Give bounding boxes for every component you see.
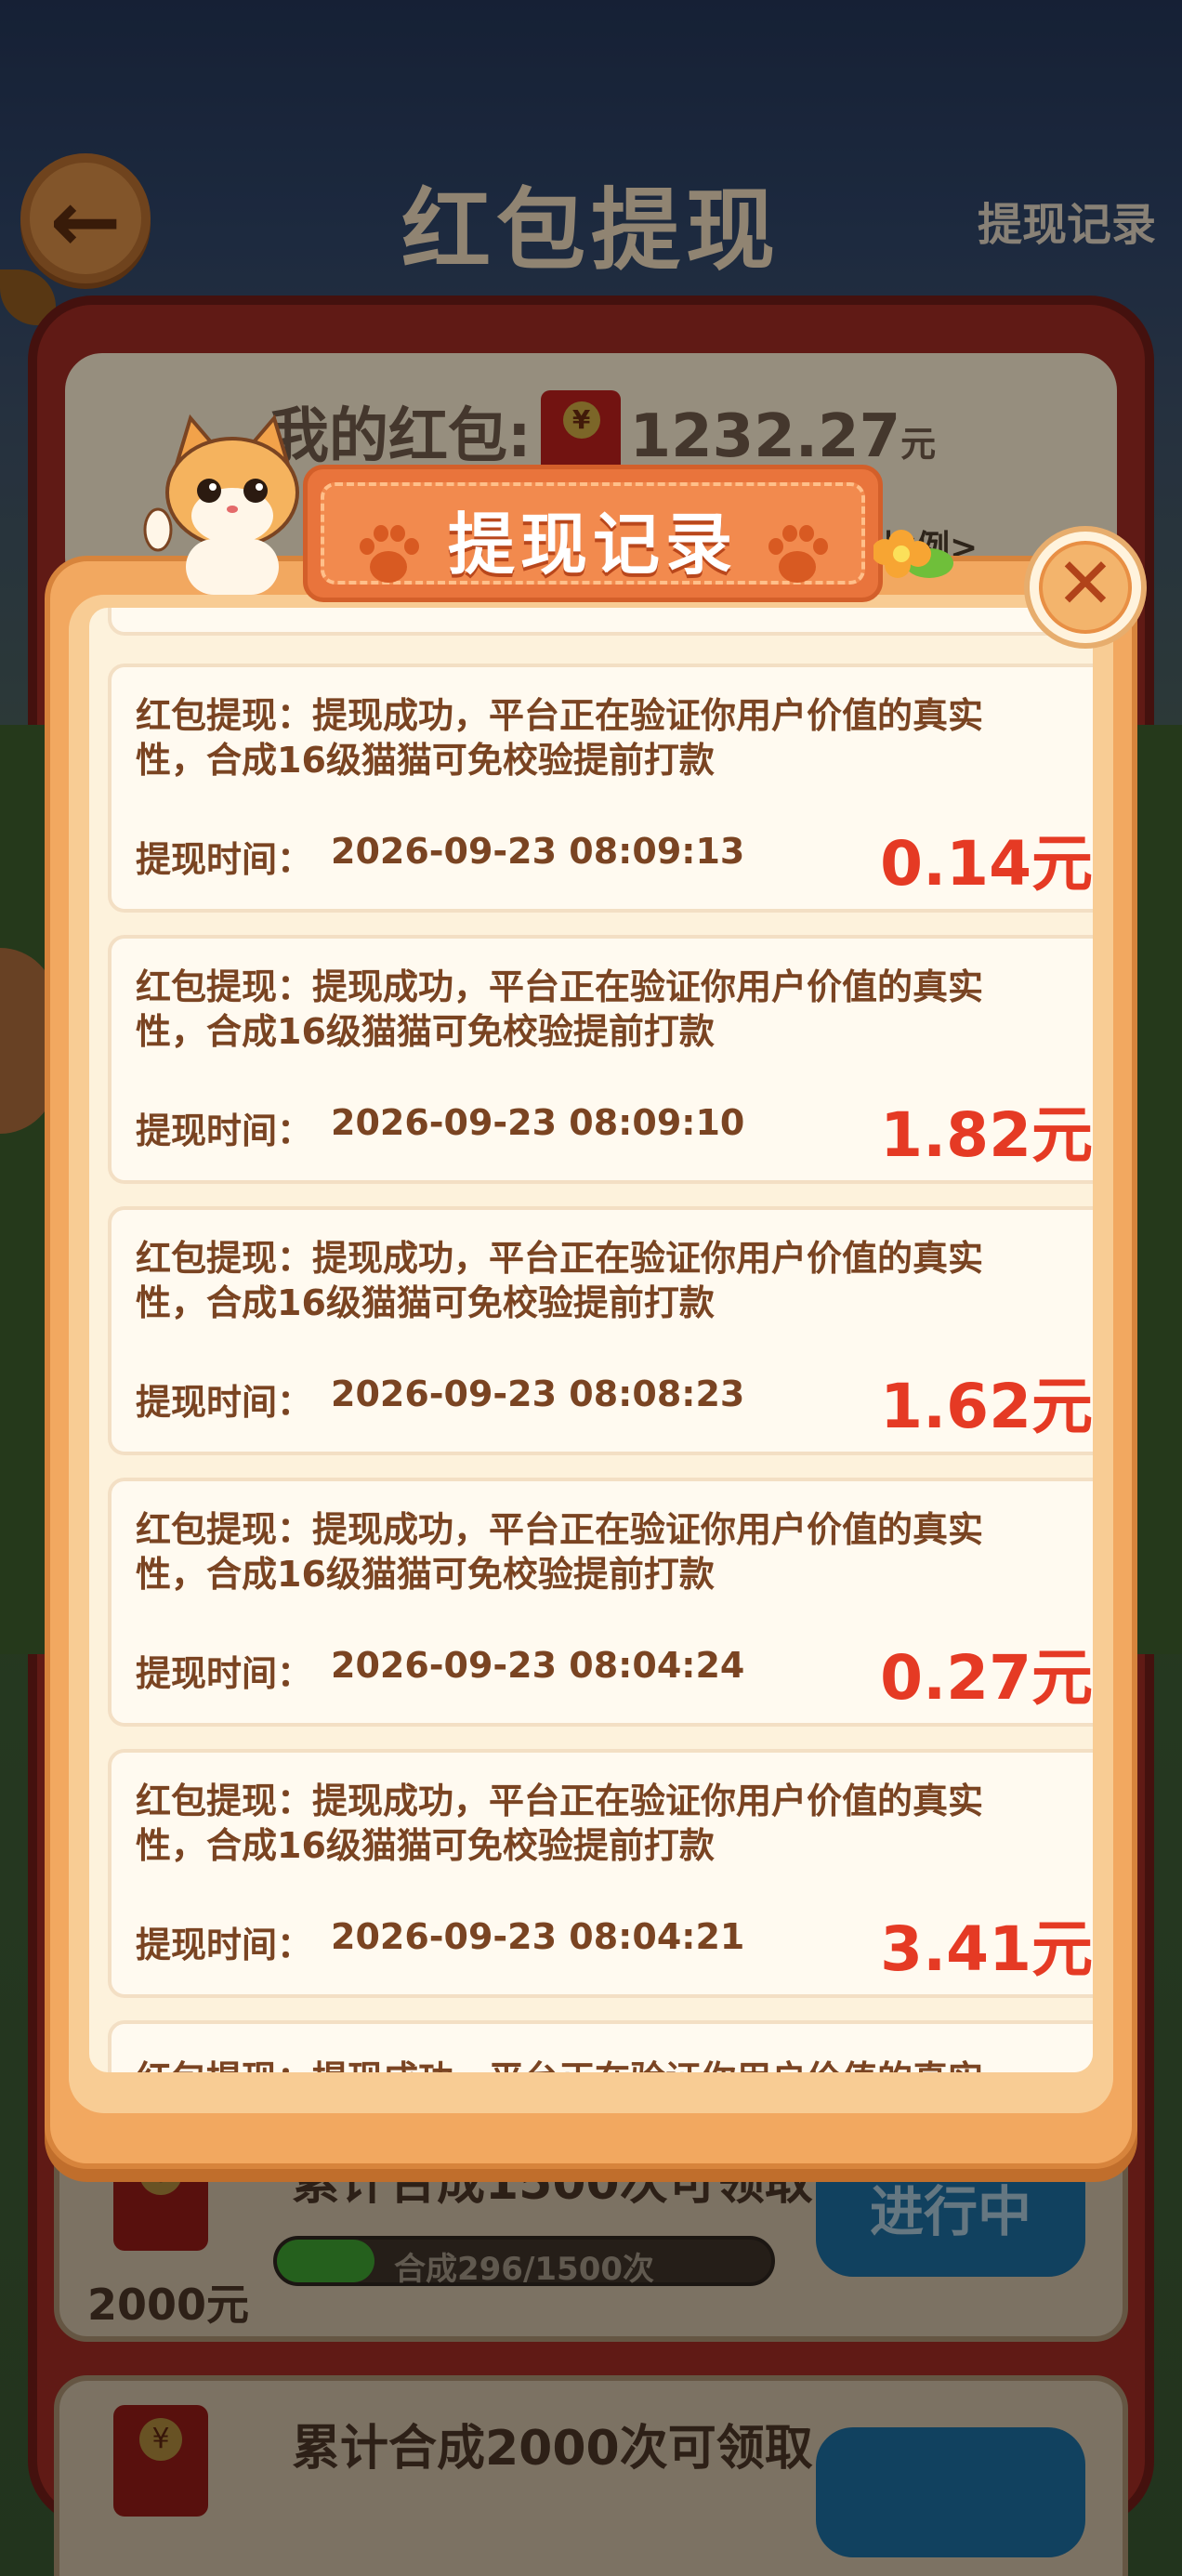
task-description: 累计合成2000次可领取 — [292, 2421, 813, 2477]
record-time-label: 提现时间： — [136, 839, 313, 880]
list-item-cut — [108, 608, 1093, 636]
back-button[interactable]: ← — [20, 153, 151, 283]
record-list[interactable]: 红包提现：提现成功，平台正在验证你用户价值的真实性，合成16级猫猫可免校验提前打… — [89, 608, 1093, 2072]
task-card: 累计合成2000次可领取 — [54, 2375, 1128, 2576]
record-time: 2026-09-23 08:04:24 — [331, 1645, 745, 1686]
record-description: 红包提现：提现成功，平台正在验证你用户价值的真实性，合成16级猫猫可免校验提前打… — [136, 1781, 984, 1866]
balance-value: 1232.27 — [629, 402, 901, 471]
record-item: 红包提现：提现成功，平台正在验证你用户价值的真实性，合成16级猫猫可免校验提前打… — [108, 1749, 1093, 1998]
record-amount: 0.27元 — [880, 1642, 1093, 1714]
record-time: 2026-09-23 08:09:10 — [331, 1102, 745, 1143]
record-item: 红包提现：提现成功，平台正在验证你用户价值的真实性，合成16级猫猫可免校验提前打… — [108, 664, 1093, 913]
record-amount: 3.41元 — [880, 1913, 1093, 1985]
record-description: 红包提现：提现成功，平台正在验证你用户价值的真实 — [136, 2050, 983, 2072]
close-icon: ✕ — [1056, 542, 1115, 624]
withdraw-record-link[interactable]: 提现记录 — [978, 188, 1156, 253]
record-amount: 1.82元 — [880, 1099, 1093, 1171]
task-reward: 2000元 — [87, 2280, 250, 2330]
record-time: 2026-09-23 08:04:21 — [331, 1916, 745, 1957]
close-button[interactable]: ✕ — [1024, 526, 1147, 649]
record-item: 红包提现：提现成功，平台正在验证你用户价值的真实性，合成16级猫猫可免校验提前打… — [108, 935, 1093, 1184]
leaf-decoration — [0, 269, 56, 325]
record-description: 红包提现：提现成功，平台正在验证你用户价值的真实性，合成16级猫猫可免校验提前打… — [136, 1509, 984, 1595]
modal-title-banner: 提现记录 — [303, 465, 883, 602]
page-title: 红包提现 — [401, 178, 781, 283]
record-item: 红包提现：提现成功，平台正在验证你用户价值的真实性，合成16级猫猫可免校验提前打… — [108, 1478, 1093, 1727]
red-envelope-icon — [113, 2405, 208, 2517]
modal-inner: 红包提现：提现成功，平台正在验证你用户价值的真实性，合成16级猫猫可免校验提前打… — [69, 595, 1113, 2113]
modal-title: 提现记录 — [447, 506, 738, 584]
arrow-left-icon: ← — [49, 172, 122, 271]
record-time-label: 提现时间： — [136, 1925, 313, 1965]
record-item: 红包提现：提现成功，平台正在验证你用户价值的真实性，合成16级猫猫可免校验提前打… — [108, 1206, 1093, 1455]
record-description: 红包提现：提现成功，平台正在验证你用户价值的真实性，合成16级猫猫可免校验提前打… — [136, 695, 984, 781]
record-amount: 0.14元 — [880, 828, 1093, 900]
task-progress-bar: 合成296/1500次 — [273, 2236, 775, 2288]
withdraw-record-modal: 红包提现：提现成功，平台正在验证你用户价值的真实性，合成16级猫猫可免校验提前打… — [45, 556, 1137, 2169]
record-time: 2026-09-23 08:08:23 — [331, 1373, 745, 1414]
record-time-label: 提现时间： — [136, 1382, 313, 1423]
cat-mascot-icon — [143, 414, 299, 595]
record-item-partial: 红包提现：提现成功，平台正在验证你用户价值的真实 — [108, 2020, 1093, 2072]
record-description: 红包提现：提现成功，平台正在验证你用户价值的真实性，合成16级猫猫可免校验提前打… — [136, 1238, 984, 1323]
record-time: 2026-09-23 08:09:13 — [331, 831, 745, 872]
flower-decoration-icon — [873, 530, 953, 578]
record-time-label: 提现时间： — [136, 1653, 313, 1694]
record-time-label: 提现时间： — [136, 1111, 313, 1151]
balance-unit: 元 — [900, 424, 937, 465]
task-progress-text: 合成296/1500次 — [393, 2251, 655, 2288]
record-amount: 1.62元 — [880, 1371, 1093, 1442]
task-progress-fill — [277, 2240, 374, 2282]
task-status-button[interactable] — [816, 2427, 1085, 2557]
record-description: 红包提现：提现成功，平台正在验证你用户价值的真实性，合成16级猫猫可免校验提前打… — [136, 966, 984, 1052]
